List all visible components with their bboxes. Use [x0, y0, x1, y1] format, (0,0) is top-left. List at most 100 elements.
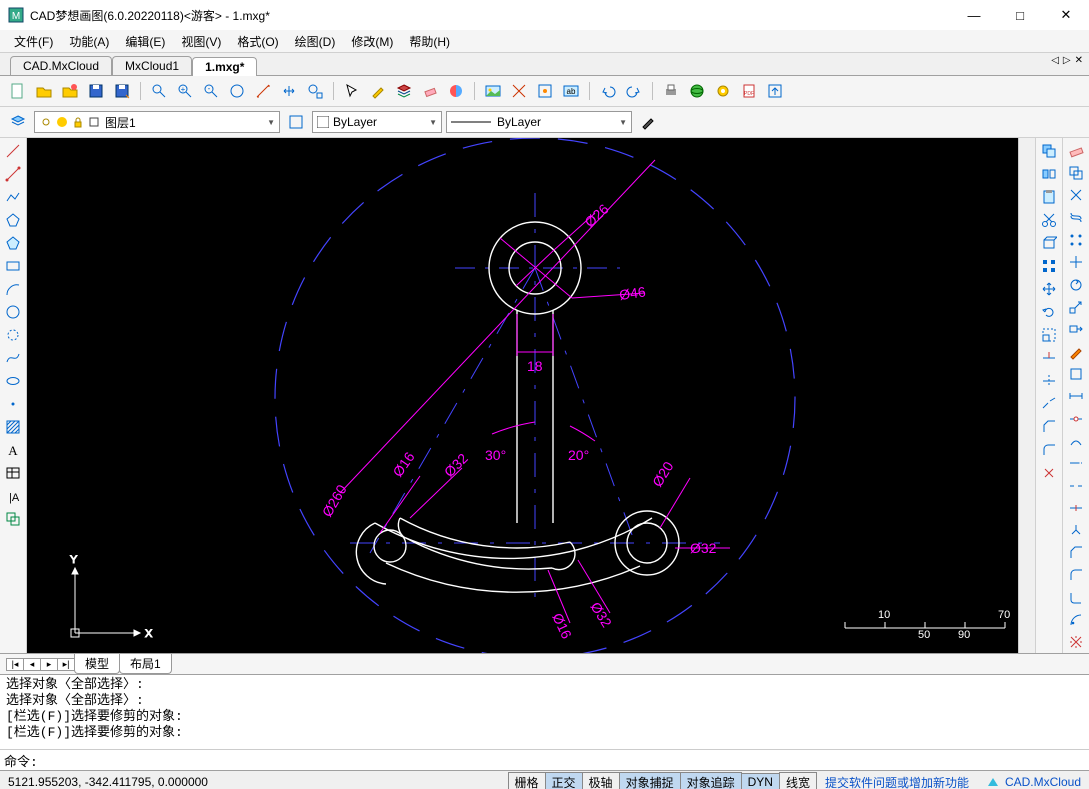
command-log[interactable]: 选择对象〈全部选择〉: 选择对象〈全部选择〉: [栏选(F)]选择要修剪的对象:…: [0, 674, 1089, 749]
layout-first-icon[interactable]: |◂: [7, 659, 24, 670]
explode2-icon[interactable]: [1064, 632, 1088, 653]
menu-help[interactable]: 帮助(H): [401, 31, 458, 52]
toggle-grid[interactable]: 栅格: [508, 772, 546, 789]
command-input[interactable]: 命令:: [0, 749, 1089, 770]
toggle-ortho[interactable]: 正交: [545, 772, 583, 789]
join-icon[interactable]: [1064, 430, 1088, 451]
menu-file[interactable]: 文件(F): [6, 31, 61, 52]
layout-last-icon[interactable]: ▸|: [58, 659, 74, 670]
copy-icon[interactable]: [1037, 140, 1061, 162]
feedback-link[interactable]: 提交软件问题或增加新功能: [817, 774, 977, 789]
chamfer2-icon[interactable]: [1064, 542, 1088, 563]
extend2-icon[interactable]: [1064, 386, 1088, 407]
eraser-icon[interactable]: [1064, 140, 1088, 161]
export-icon[interactable]: [763, 79, 787, 103]
tab-nav-right[interactable]: ▷: [1063, 55, 1071, 66]
fillet2-icon[interactable]: [1064, 565, 1088, 586]
fillet-icon[interactable]: [1037, 439, 1061, 461]
table-icon[interactable]: [1, 462, 25, 484]
rectangle-icon[interactable]: [1, 255, 25, 277]
measure-icon[interactable]: [251, 79, 275, 103]
color-combo[interactable]: ByLayer ▼: [312, 111, 442, 133]
saveas-icon[interactable]: [110, 79, 134, 103]
menu-modify[interactable]: 修改(M): [343, 31, 401, 52]
toggle-lweight[interactable]: 线宽: [779, 772, 817, 789]
settings-icon[interactable]: [711, 79, 735, 103]
layout-prev-icon[interactable]: ◂: [24, 659, 41, 670]
ellipse-icon[interactable]: [1, 370, 25, 392]
zoom-window-icon[interactable]: [147, 79, 171, 103]
pdf-icon[interactable]: PDF: [737, 79, 761, 103]
spline-icon[interactable]: [1, 347, 25, 369]
layer-combo[interactable]: 图层1 ▼: [34, 111, 280, 133]
scale-icon[interactable]: [1037, 324, 1061, 346]
break-at-icon[interactable]: [1064, 498, 1088, 519]
color-icon[interactable]: [444, 79, 468, 103]
toggle-osnap[interactable]: 对象捕捉: [619, 772, 681, 789]
image-icon[interactable]: [481, 79, 505, 103]
prop-icon[interactable]: [284, 110, 308, 134]
cut-icon[interactable]: [1037, 209, 1061, 231]
paste-icon[interactable]: [1037, 186, 1061, 208]
vertical-scrollbar[interactable]: [1018, 138, 1035, 653]
brush-icon[interactable]: [636, 110, 660, 134]
lengthen-icon[interactable]: [1064, 453, 1088, 474]
tab-nav-close[interactable]: ✕: [1075, 55, 1083, 66]
mtext-icon[interactable]: |A: [1, 485, 25, 507]
delete-point-icon[interactable]: [1064, 408, 1088, 429]
erase-icon[interactable]: [418, 79, 442, 103]
arcfit-icon[interactable]: [1064, 609, 1088, 630]
circle-icon[interactable]: [1, 301, 25, 323]
doc-tab-1[interactable]: MxCloud1: [112, 56, 192, 75]
toggle-otrack[interactable]: 对象追踪: [680, 772, 742, 789]
redo-icon[interactable]: [622, 79, 646, 103]
save-icon[interactable]: [84, 79, 108, 103]
revcloud-icon[interactable]: [1, 324, 25, 346]
toggle-polar[interactable]: 极轴: [582, 772, 620, 789]
layout-next-icon[interactable]: ▸: [41, 659, 58, 670]
zoom-in-icon[interactable]: +: [173, 79, 197, 103]
select-icon[interactable]: [340, 79, 364, 103]
break2-icon[interactable]: [1064, 475, 1088, 496]
split-icon[interactable]: [1064, 520, 1088, 541]
polyline-icon[interactable]: [1, 186, 25, 208]
label-icon[interactable]: ab: [559, 79, 583, 103]
undo-icon[interactable]: [596, 79, 620, 103]
minimize-button[interactable]: —: [951, 0, 997, 30]
pencool-icon[interactable]: [1064, 341, 1088, 362]
break-icon[interactable]: [1037, 393, 1061, 415]
polygon-icon[interactable]: [1, 209, 25, 231]
menu-view[interactable]: 视图(V): [173, 31, 229, 52]
pan-icon[interactable]: [277, 79, 301, 103]
stretch-icon[interactable]: [1064, 319, 1088, 340]
new-icon[interactable]: [6, 79, 30, 103]
brand-badge[interactable]: CAD.MxCloud: [977, 774, 1089, 789]
close-button[interactable]: ✕: [1043, 0, 1089, 30]
offset-icon[interactable]: [1064, 207, 1088, 228]
line-icon[interactable]: [1, 140, 25, 162]
open-dwg-icon[interactable]: [58, 79, 82, 103]
open-icon[interactable]: [32, 79, 56, 103]
chamfer-icon[interactable]: [1037, 416, 1061, 438]
hatch-icon[interactable]: [1, 416, 25, 438]
move2-icon[interactable]: [1064, 252, 1088, 273]
point-icon[interactable]: [1, 393, 25, 415]
edit-icon[interactable]: [366, 79, 390, 103]
array2-icon[interactable]: [1064, 229, 1088, 250]
linetype-combo[interactable]: ByLayer ▼: [446, 111, 632, 133]
layers-icon[interactable]: [392, 79, 416, 103]
doc-tab-0[interactable]: CAD.MxCloud: [10, 56, 112, 75]
array-icon[interactable]: [1037, 255, 1061, 277]
tab-nav-left[interactable]: ◁: [1051, 55, 1059, 66]
block-icon[interactable]: [1, 508, 25, 530]
print-icon[interactable]: [659, 79, 683, 103]
rotate-cube-icon[interactable]: [1037, 232, 1061, 254]
ray-icon[interactable]: [1, 163, 25, 185]
zoom-all-icon[interactable]: [225, 79, 249, 103]
layout-tab-model[interactable]: 模型: [74, 654, 120, 674]
rotate-icon[interactable]: [1037, 301, 1061, 323]
drawing-canvas[interactable]: Ø26 Ø46 18 30° 20° Ø260 Ø16 Ø32 Ø20 Ø32 …: [27, 138, 1018, 653]
zoom-out-icon[interactable]: -: [199, 79, 223, 103]
arc-icon[interactable]: [1, 278, 25, 300]
extend-icon[interactable]: [1037, 370, 1061, 392]
